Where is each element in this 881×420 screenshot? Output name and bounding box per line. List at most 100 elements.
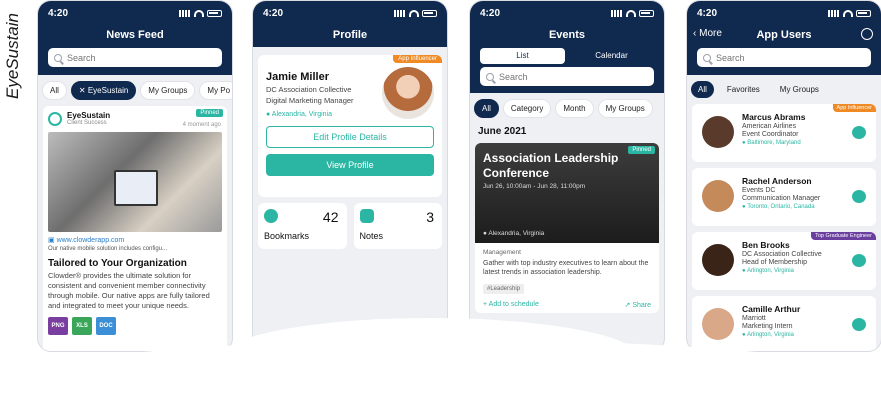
post-timestamp: 4 moment ago [182, 122, 221, 128]
tab-calendar[interactable]: Calendar [569, 48, 654, 64]
status-time: 4:20 [480, 7, 501, 19]
chip-all[interactable]: All [42, 81, 67, 100]
user-org: Marriott [742, 315, 766, 322]
event-card[interactable]: Pinned Association Leadership Conference… [475, 143, 659, 313]
chat-icon[interactable] [852, 190, 866, 203]
avatar [702, 180, 734, 212]
tab-list[interactable]: List [480, 48, 565, 64]
link-text: www.clowderapp.com [56, 237, 125, 244]
chip-category[interactable]: Category [502, 99, 552, 118]
header: 4:20 Events List Calendar [470, 1, 664, 93]
back-button[interactable]: ‹ More [693, 28, 722, 39]
status-time: 4:20 [697, 7, 718, 19]
user-role: Marketing Intern [742, 323, 793, 330]
location-text: Baltimore, Maryland [747, 140, 801, 146]
battery-icon [422, 9, 437, 17]
chat-icon[interactable] [852, 254, 866, 267]
notes-tile[interactable]: 3 Notes [353, 203, 442, 249]
search-input[interactable] [716, 52, 856, 63]
status-bar: 4:20 [263, 1, 437, 25]
pinned-badge: Pinned [196, 109, 223, 117]
phone-app-users: 4:20 ‹ More App Users All Favorites My G… [686, 0, 881, 352]
file-png-icon[interactable]: PNG [48, 317, 68, 335]
user-name: Ben Brooks [742, 240, 790, 250]
battery-icon [856, 9, 871, 17]
status-bar: 4:20 [480, 1, 654, 25]
event-title: Association Leadership Conference [483, 151, 619, 180]
bookmarks-tile[interactable]: 42 Bookmarks [258, 203, 347, 249]
event-time: Jun 26, 10:00am - Jun 28, 11:00pm [483, 183, 586, 190]
chip-my-posts[interactable]: My Po [199, 81, 232, 100]
list-item[interactable]: Top Graduate Engineer Ben Brooks DC Asso… [692, 232, 876, 290]
chip-all[interactable]: All [474, 99, 499, 118]
list-item[interactable]: App Influencer Marcus Abrams American Ai… [692, 104, 876, 162]
search-input[interactable] [499, 71, 639, 82]
battery-icon [639, 9, 654, 17]
list-item[interactable]: Rachel Anderson Events DC Communication … [692, 168, 876, 226]
file-xls-icon[interactable]: XLS [72, 317, 92, 335]
add-to-schedule-button[interactable]: + Add to schedule [483, 301, 539, 309]
header: 4:20 News Feed [38, 1, 232, 75]
chat-icon[interactable] [852, 318, 866, 331]
notes-label: Notes [359, 231, 384, 241]
post-card[interactable]: Pinned EyeSustain Client Success 4 momen… [43, 106, 227, 351]
location-text: Alexandria, Virginia [488, 230, 545, 237]
tab-all[interactable]: All [691, 81, 714, 98]
status-time: 4:20 [263, 7, 284, 19]
event-location: ● Alexandria, Virginia [483, 230, 545, 237]
page-title: App Users [756, 29, 812, 41]
chip-eyesustain[interactable]: ✕ EyeSustain [70, 81, 137, 100]
user-role: Communication Manager [742, 195, 821, 202]
search-bar[interactable] [48, 48, 222, 67]
edit-profile-button[interactable]: Edit Profile Details [266, 126, 434, 148]
org-sub: Client Success [67, 120, 107, 126]
bookmarks-count: 42 [322, 209, 339, 225]
org-name: EyeSustain [67, 111, 111, 120]
add-label: Add to schedule [488, 301, 539, 308]
profile-card: App Influencer Jamie Miller DC Associati… [258, 55, 442, 197]
location-text: Arlington, Virginia [746, 332, 794, 338]
view-toggle: List Calendar [480, 48, 654, 64]
phone-events: 4:20 Events List Calendar All Category M… [469, 0, 665, 352]
file-doc-icon[interactable]: DOC [96, 317, 116, 335]
event-category: Management [483, 249, 521, 256]
location-text: Toronto, Ontario, Canada [747, 204, 815, 210]
post-body: Clowder® provides the ultimate solution … [48, 271, 210, 310]
post-link[interactable]: ▣ www.clowderapp.com [48, 236, 222, 244]
search-icon [54, 53, 62, 62]
bookmark-icon [264, 209, 278, 223]
back-label: More [699, 28, 722, 39]
page-title: Events [548, 29, 586, 41]
search-input[interactable] [67, 52, 207, 63]
user-list: App Influencer Marcus Abrams American Ai… [687, 104, 881, 351]
share-label: Share [632, 302, 651, 309]
event-image: Pinned Association Leadership Conference… [475, 143, 659, 243]
influencer-badge: App Influencer [393, 55, 442, 63]
user-tabs: All Favorites My Groups [687, 75, 881, 104]
chip-month[interactable]: Month [555, 99, 594, 118]
chip-label: EyeSustain [87, 86, 129, 95]
user-badge: Top Graduate Engineer [811, 232, 876, 240]
search-bar[interactable] [697, 48, 871, 67]
list-item[interactable]: Camille Arthur Marriott Marketing Intern… [692, 296, 876, 351]
phone-profile: 4:20 Profile App Influencer Jamie Miller… [252, 0, 448, 352]
user-location: ● Baltimore, Maryland [742, 140, 801, 146]
user-org: Events DC [742, 187, 776, 194]
user-name: Camille Arthur [742, 304, 801, 314]
search-bar[interactable] [480, 67, 654, 86]
profile-icon[interactable] [861, 28, 873, 40]
post-title: Tailored to Your Organization [48, 258, 187, 269]
tab-favorites[interactable]: Favorites [720, 81, 767, 98]
share-button[interactable]: ↗ Share [625, 301, 652, 309]
chip-my-groups[interactable]: My Groups [597, 99, 653, 118]
event-tag[interactable]: #Leadership [483, 284, 525, 294]
notes-count: 3 [426, 209, 434, 225]
pinned-badge: Pinned [628, 146, 655, 154]
chat-icon[interactable] [852, 126, 866, 139]
note-icon [359, 209, 374, 223]
month-heading: June 2021 [478, 126, 527, 137]
tab-my-groups[interactable]: My Groups [773, 81, 826, 98]
wifi-icon [194, 9, 204, 17]
chip-my-groups[interactable]: My Groups [140, 81, 196, 100]
view-profile-button[interactable]: View Profile [266, 154, 434, 176]
